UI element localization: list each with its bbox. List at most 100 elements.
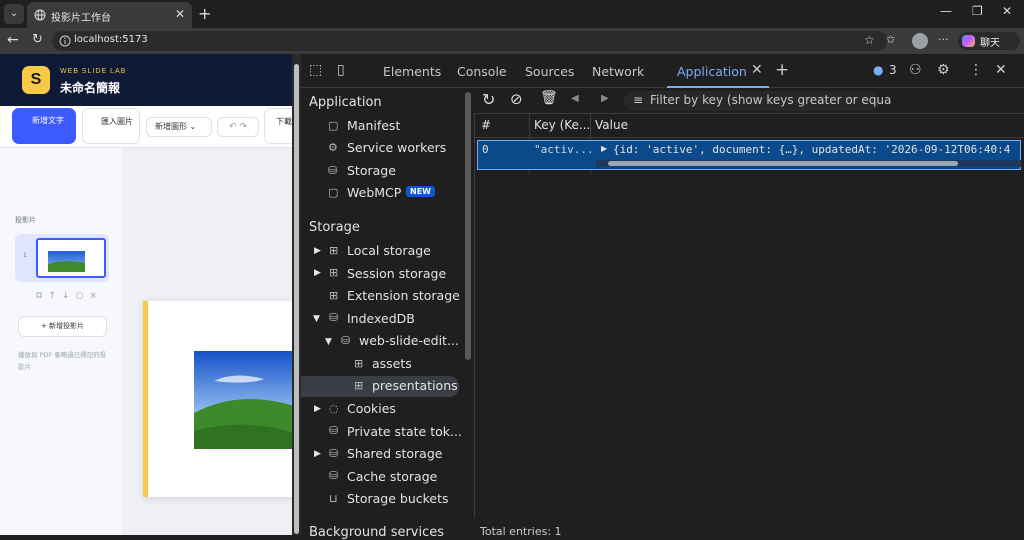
expand-arrow-icon[interactable]: ▶ (314, 268, 321, 278)
thumbnail-image (48, 251, 85, 272)
slide-canvas[interactable] (143, 301, 292, 497)
expand-arrow-icon[interactable]: ▶ (314, 449, 321, 459)
sidebar-scrollbar-thumb[interactable] (465, 92, 471, 360)
database-icon: ⛁ (329, 311, 339, 324)
copilot-chat-button[interactable]: 聊天 (958, 32, 1020, 50)
tab-network[interactable]: Network (592, 64, 644, 79)
new-tab-icon[interactable]: + (198, 4, 211, 23)
collapse-arrow-icon[interactable]: ▼ (325, 337, 332, 347)
settings-gear-icon[interactable]: ⚙ (937, 62, 950, 78)
favorites-icon[interactable]: ✩ (886, 33, 895, 46)
slide-image[interactable] (194, 351, 292, 449)
tree-item-assets[interactable]: assets (372, 356, 412, 371)
tree-item-database[interactable]: web-slide-edit... (359, 333, 459, 348)
refresh-icon[interactable]: ↻ (482, 90, 495, 109)
redo-icon[interactable]: ↷ (239, 122, 247, 132)
bookmark-star-icon[interactable]: ☆ (864, 33, 875, 47)
webmcp-icon: ▢ (328, 186, 339, 199)
back-icon[interactable]: ← (7, 32, 19, 48)
close-devtools-icon[interactable]: ✕ (995, 62, 1007, 78)
tree-item-manifest[interactable]: Manifest (347, 118, 400, 133)
more-icon[interactable]: ··· (938, 33, 949, 46)
add-text-button[interactable]: 新增文字 (12, 108, 76, 144)
add-slide-button[interactable]: + 新增投影片 (18, 316, 107, 337)
tree-item-cache-storage[interactable]: Cache storage (347, 469, 437, 484)
tree-item-service-workers[interactable]: Service workers (347, 140, 446, 155)
next-page-icon[interactable]: ▶ (601, 93, 609, 104)
slide-thumbnail-item[interactable]: 1 (15, 234, 109, 282)
undo-icon[interactable]: ↶ (229, 122, 237, 132)
column-index[interactable]: # (481, 118, 491, 132)
issues-count[interactable]: 3 (889, 63, 897, 77)
table-row[interactable]: 0 "activ... ▶ {id: 'active', document: {… (477, 140, 1021, 170)
data-toolbar: ↻ ⊘ 🗑 ◀ ▶ ≡ Filter by key (show keys gre… (474, 88, 1024, 114)
collapse-arrow-icon[interactable]: ▼ (313, 314, 320, 324)
sidebar-scrollbar[interactable] (461, 88, 473, 535)
move-up-icon[interactable]: ↑ (48, 291, 62, 301)
table-grid-icon: ⊞ (354, 357, 364, 370)
more-tabs-icon[interactable]: + (775, 60, 789, 80)
tab-application[interactable]: Application ✕ (667, 54, 769, 88)
device-toolbar-icon[interactable]: ▯ (337, 62, 345, 78)
customize-icon[interactable]: ⚇ (909, 62, 922, 78)
import-image-label: 匯入圖片 (101, 117, 133, 126)
restore-icon[interactable]: ❐ (972, 4, 983, 18)
tree-item-extension-storage[interactable]: Extension storage (347, 288, 460, 303)
close-tab-icon[interactable]: ✕ (751, 62, 763, 78)
profile-avatar[interactable] (912, 33, 928, 49)
site-info-icon[interactable] (59, 35, 71, 47)
add-shape-label: 新增圖形 (155, 122, 187, 131)
tab-elements[interactable]: Elements (383, 64, 441, 79)
tree-item-storage[interactable]: Storage (347, 163, 396, 178)
clear-icon[interactable]: ⊘ (510, 90, 523, 108)
column-value[interactable]: Value (595, 118, 628, 132)
expand-arrow-icon[interactable]: ▶ (314, 246, 321, 256)
delete-icon[interactable]: × (89, 291, 103, 301)
tab-close-icon[interactable]: ✕ (175, 7, 185, 21)
tree-item-webmcp[interactable]: WebMCP (347, 185, 401, 200)
download-button[interactable]: 下載 (264, 108, 292, 144)
slides-sidebar (0, 148, 122, 535)
row-index: 0 (482, 143, 489, 156)
tree-item-presentations[interactable]: presentations (372, 378, 458, 393)
prev-page-icon[interactable]: ◀ (571, 93, 579, 104)
expand-arrow-icon[interactable]: ▶ (314, 404, 321, 414)
minimize-icon[interactable]: — (940, 4, 952, 18)
duplicate-icon[interactable]: ⧉ (36, 291, 48, 301)
tab-sources[interactable]: Sources (525, 64, 574, 79)
move-down-icon[interactable]: ↓ (62, 291, 76, 301)
tree-item-shared-storage[interactable]: Shared storage (347, 446, 442, 461)
omnibox[interactable]: localhost:5173 ☆ (52, 31, 887, 51)
browser-tab[interactable]: 投影片工作台 ✕ (27, 2, 192, 28)
kebab-menu-icon[interactable]: ⋮ (969, 62, 983, 78)
tree-item-storage-buckets[interactable]: Storage buckets (347, 491, 449, 506)
key-filter-input[interactable]: ≡ Filter by key (show keys greater or eq… (624, 91, 891, 111)
tree-item-cookies[interactable]: Cookies (347, 401, 396, 416)
tree-item-indexeddb[interactable]: IndexedDB (347, 311, 415, 326)
tab-menu-chevron-icon[interactable]: ⌄ (4, 4, 24, 24)
undo-redo-group[interactable]: ↶ ↷ (217, 117, 259, 137)
slide-thumbnail[interactable] (36, 238, 106, 278)
import-image-button[interactable]: 匯入圖片 (82, 108, 140, 144)
add-shape-select[interactable]: 新增圖形 ⌄ (146, 117, 212, 137)
tree-item-local-storage[interactable]: Local storage (347, 243, 431, 258)
storage-db-icon: ⛁ (328, 164, 338, 177)
web-app: S WEB SLIDE LAB 未命名簡報 新增文字 匯入圖片 新增圖形 ⌄ ↶… (0, 54, 292, 535)
page-scrollbar-thumb[interactable] (294, 64, 299, 534)
issues-icon[interactable]: ● (873, 63, 883, 77)
close-window-icon[interactable]: ✕ (1002, 4, 1012, 18)
column-key[interactable]: Key (Ke... (534, 118, 590, 132)
hide-icon[interactable]: ○ (76, 291, 90, 301)
tab-console[interactable]: Console (457, 64, 507, 79)
page-scrollbar[interactable] (292, 54, 301, 535)
expand-value-icon[interactable]: ▶ (601, 144, 607, 153)
inspect-element-icon[interactable]: ⬚ (309, 62, 322, 78)
reload-icon[interactable]: ↻ (32, 32, 43, 47)
database-icon: ⛁ (329, 447, 339, 460)
value-scrollbar-thumb[interactable] (608, 161, 958, 166)
value-horizontal-scrollbar[interactable] (596, 160, 1021, 167)
delete-selected-icon[interactable]: 🗑 (540, 90, 558, 106)
tree-item-session-storage[interactable]: Session storage (347, 266, 446, 281)
tree-item-private-state-tokens[interactable]: Private state tok... (347, 424, 462, 439)
filter-placeholder: Filter by key (show keys greater or equa (650, 93, 892, 107)
